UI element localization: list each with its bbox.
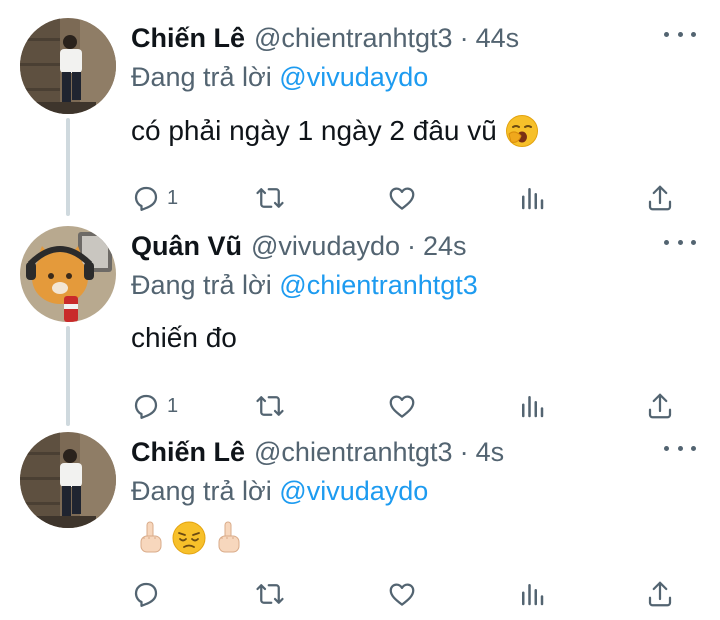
- reply-button[interactable]: 1: [131, 180, 178, 216]
- middle-finger-emoji: [218, 521, 240, 553]
- author-handle[interactable]: @chientranhtgt3: [254, 437, 453, 468]
- tweet[interactable]: Chiến Lê @chientranhtgt3 · 44s Đang trả …: [0, 18, 720, 211]
- mention-link[interactable]: @vivudaydo: [279, 62, 428, 92]
- more-icon[interactable]: [664, 230, 696, 254]
- reply-button[interactable]: [131, 576, 167, 612]
- analytics-icon: [522, 396, 544, 418]
- retweet-icon: [256, 584, 284, 604]
- share-icon: [648, 581, 672, 607]
- replying-to: Đang trả lời @chientranhtgt3: [131, 270, 478, 301]
- author-name[interactable]: Chiến Lê: [131, 437, 245, 468]
- share-button[interactable]: [645, 388, 675, 424]
- mention-link[interactable]: @vivudaydo: [279, 476, 428, 506]
- replying-to: Đang trả lời @vivudaydo: [131, 476, 428, 507]
- more-icon[interactable]: [664, 22, 696, 46]
- retweet-button[interactable]: [255, 180, 285, 216]
- reply-icon: [134, 186, 158, 211]
- author-name[interactable]: Quân Vũ: [131, 231, 242, 262]
- retweet-button[interactable]: [255, 576, 285, 612]
- action-bar: [131, 576, 691, 612]
- share-icon: [648, 393, 672, 419]
- replying-to: Đang trả lời @vivudaydo: [131, 62, 428, 93]
- replying-label: Đang trả lời: [131, 62, 272, 92]
- replying-label: Đang trả lời: [131, 270, 272, 300]
- yawning-face-emoji: [505, 115, 538, 147]
- analytics-icon: [522, 584, 544, 606]
- reply-count: 1: [167, 394, 179, 417]
- author-handle[interactable]: @chientranhtgt3: [254, 23, 453, 54]
- pensive-face-emoji: [172, 521, 206, 555]
- like-icon: [389, 395, 415, 418]
- timestamp[interactable]: 24s: [423, 231, 467, 262]
- reply-icon: [134, 582, 158, 607]
- share-icon: [648, 185, 672, 211]
- separator-dot: ·: [459, 22, 469, 53]
- tweet-text-body: chiến đo: [131, 322, 237, 353]
- separator-dot: ·: [407, 230, 417, 261]
- like-icon: [389, 187, 415, 210]
- retweet-icon: [256, 188, 284, 208]
- action-bar: 1: [131, 180, 691, 216]
- author-name[interactable]: Chiến Lê: [131, 23, 245, 54]
- timestamp[interactable]: 44s: [476, 23, 520, 54]
- tweet-text-body: có phải ngày 1 ngày 2 đâu vũ: [131, 115, 497, 146]
- retweet-button[interactable]: [255, 388, 285, 424]
- more-icon[interactable]: [664, 436, 696, 460]
- share-button[interactable]: [645, 576, 675, 612]
- tweet[interactable]: Chiến Lê @chientranhtgt3 · 4s Đang trả l…: [0, 432, 720, 620]
- avatar[interactable]: [20, 18, 116, 114]
- separator-dot: ·: [459, 436, 469, 467]
- like-icon: [389, 583, 415, 606]
- like-button[interactable]: [387, 576, 417, 612]
- tweet-text: chiến đo: [131, 322, 237, 354]
- avatar-image: [20, 432, 116, 528]
- mention-link[interactable]: @chientranhtgt3: [279, 270, 478, 300]
- replying-label: Đang trả lời: [131, 476, 272, 506]
- analytics-icon: [522, 188, 544, 210]
- retweet-icon: [256, 396, 284, 416]
- share-button[interactable]: [645, 180, 675, 216]
- analytics-button[interactable]: [517, 388, 547, 424]
- like-button[interactable]: [387, 180, 417, 216]
- tweet-text: [131, 520, 243, 556]
- middle-finger-emoji: [140, 521, 162, 553]
- tweet[interactable]: Quân Vũ @vivudaydo · 24s Đang trả lời @c…: [0, 226, 720, 419]
- avatar-image: [20, 18, 116, 114]
- like-button[interactable]: [387, 388, 417, 424]
- tweet-text: có phải ngày 1 ngày 2 đâu vũ: [131, 114, 539, 148]
- reply-icon: [134, 394, 158, 419]
- reply-count: 1: [167, 186, 179, 209]
- reply-button[interactable]: 1: [131, 388, 178, 424]
- analytics-button[interactable]: [517, 576, 547, 612]
- analytics-button[interactable]: [517, 180, 547, 216]
- timestamp[interactable]: 4s: [476, 437, 505, 468]
- avatar[interactable]: [20, 226, 116, 322]
- avatar-image: [20, 226, 116, 322]
- action-bar: 1: [131, 388, 691, 424]
- author-handle[interactable]: @vivudaydo: [251, 231, 400, 262]
- avatar[interactable]: [20, 432, 116, 528]
